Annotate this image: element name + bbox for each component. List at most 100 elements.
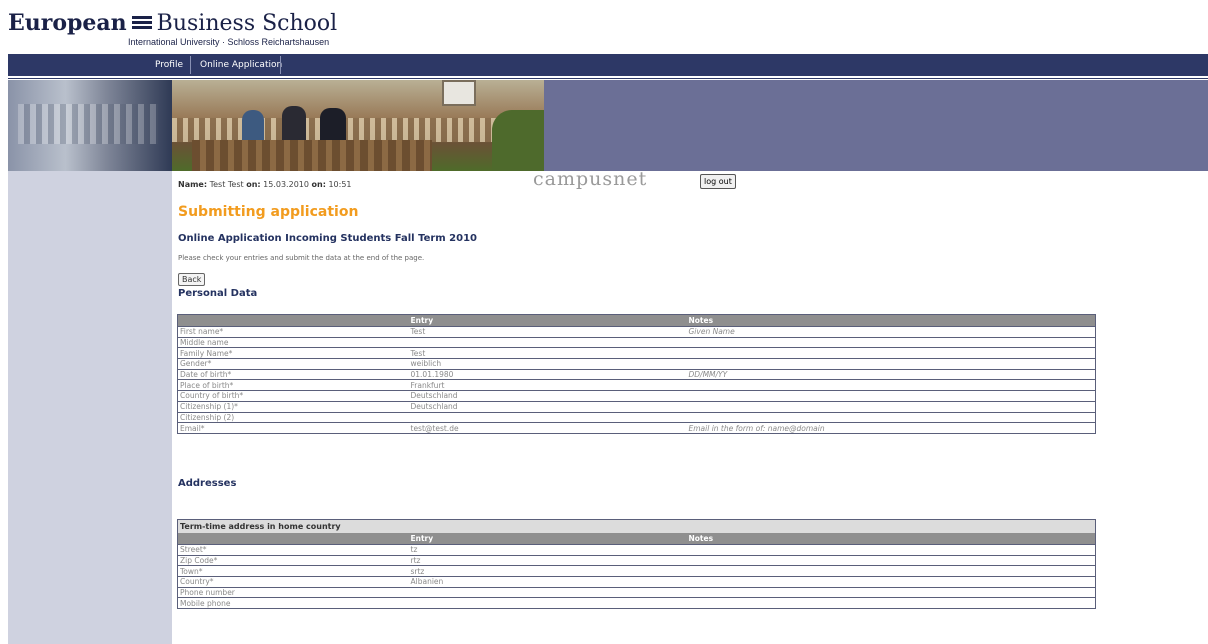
nav-divider bbox=[8, 78, 1208, 79]
logo-text-european: European bbox=[8, 10, 127, 36]
logo-wordmark: European Business School bbox=[8, 10, 337, 36]
column-header-field bbox=[177, 533, 409, 545]
field-note bbox=[686, 336, 1096, 348]
column-header-notes: Notes bbox=[686, 314, 1096, 327]
field-entry: Albanien bbox=[408, 576, 687, 588]
column-header-notes: Notes bbox=[686, 533, 1096, 545]
field-label: Country* bbox=[177, 576, 409, 588]
field-label: Country of birth* bbox=[177, 390, 409, 402]
nav-separator bbox=[280, 56, 281, 74]
banner-left-image bbox=[8, 80, 172, 171]
page-subtitle: Online Application Incoming Students Fal… bbox=[178, 233, 478, 244]
nav-item-profile[interactable]: Profile bbox=[150, 54, 188, 76]
table-row: Phone number bbox=[177, 586, 1096, 598]
top-nav-bar: Profile Online Application bbox=[8, 54, 1208, 76]
field-entry: tz bbox=[408, 544, 687, 556]
personal-data-heading: Personal Data bbox=[178, 288, 258, 299]
nav-separator bbox=[190, 56, 191, 74]
field-entry: srtz bbox=[408, 565, 687, 577]
session-time: 10:51 bbox=[328, 180, 352, 189]
table-row: Mobile phone bbox=[177, 597, 1096, 609]
addresses-heading: Addresses bbox=[178, 478, 237, 489]
address-table-caption-row: Term-time address in home country bbox=[177, 519, 1096, 533]
on-label: on: bbox=[246, 180, 261, 189]
column-header-field bbox=[177, 314, 409, 327]
field-label: Date of birth* bbox=[177, 368, 409, 380]
field-note bbox=[686, 347, 1096, 359]
field-note bbox=[686, 597, 1096, 609]
table-row: Country of birth* Deutschland bbox=[177, 390, 1096, 402]
field-label: Middle name bbox=[177, 336, 409, 348]
field-entry: Deutschland bbox=[408, 400, 687, 412]
field-entry bbox=[408, 336, 687, 348]
field-label: Mobile phone bbox=[177, 597, 409, 609]
field-label: Phone number bbox=[177, 586, 409, 598]
field-note bbox=[686, 586, 1096, 598]
field-note bbox=[686, 544, 1096, 556]
address-table-caption: Term-time address in home country bbox=[177, 519, 1096, 533]
campusnet-brand: campusnet bbox=[533, 168, 648, 190]
field-label: First name* bbox=[177, 326, 409, 338]
table-row: Gender* weiblich bbox=[177, 358, 1096, 370]
instructions-text: Please check your entries and submit the… bbox=[178, 254, 425, 262]
table-row: Place of birth* Frankfurt bbox=[177, 379, 1096, 391]
column-header-entry: Entry bbox=[408, 533, 687, 545]
logo-subtitle: International University · Schloss Reich… bbox=[128, 37, 330, 47]
field-label: Citizenship (1)* bbox=[177, 400, 409, 412]
personal-data-table: Entry Notes First name* Test Given Name Mid… bbox=[177, 314, 1096, 434]
table-row: Citizenship (2) bbox=[177, 411, 1096, 423]
left-sidebar bbox=[8, 171, 172, 644]
school-logo: European Business School International U… bbox=[8, 10, 337, 48]
field-label: Gender* bbox=[177, 358, 409, 370]
table-row: Country* Albanien bbox=[177, 576, 1096, 588]
field-entry: Test bbox=[408, 326, 687, 338]
field-note bbox=[686, 411, 1096, 423]
field-note bbox=[686, 565, 1096, 577]
nav-item-online-application[interactable]: Online Application bbox=[195, 54, 287, 76]
session-date: 15.03.2010 bbox=[263, 180, 309, 189]
field-note: Given Name bbox=[686, 326, 1096, 338]
field-entry bbox=[408, 597, 687, 609]
field-entry: weiblich bbox=[408, 358, 687, 370]
field-note bbox=[686, 379, 1096, 391]
table-header-row: Entry Notes bbox=[177, 533, 1096, 545]
column-header-entry: Entry bbox=[408, 314, 687, 327]
table-row: Citizenship (1)* Deutschland bbox=[177, 400, 1096, 412]
table-row: Family Name* Test bbox=[177, 347, 1096, 359]
table-row: Middle name bbox=[177, 336, 1096, 348]
logo-bars-icon bbox=[131, 16, 152, 30]
field-note bbox=[686, 390, 1096, 402]
field-note bbox=[686, 554, 1096, 566]
field-entry: rtz bbox=[408, 554, 687, 566]
back-button[interactable]: Back bbox=[178, 273, 206, 286]
field-note bbox=[686, 400, 1096, 412]
field-note bbox=[686, 576, 1096, 588]
field-label: Place of birth* bbox=[177, 379, 409, 391]
field-entry: Frankfurt bbox=[408, 379, 687, 391]
field-entry bbox=[408, 411, 687, 423]
field-entry: 01.01.1980 bbox=[408, 368, 687, 380]
logo-text-business-school: Business School bbox=[156, 10, 338, 36]
user-session-info: Name: Test Test on: 15.03.2010 on: 10:51 bbox=[178, 180, 352, 189]
field-entry: test@test.de bbox=[408, 422, 687, 434]
table-row: Email* test@test.de Email in the form of: … bbox=[177, 422, 1096, 434]
field-label: Family Name* bbox=[177, 347, 409, 359]
table-row: First name* Test Given Name bbox=[177, 326, 1096, 338]
table-row: Street* tz bbox=[177, 544, 1096, 556]
address-table: Term-time address in home country Entry … bbox=[177, 519, 1097, 610]
table-row: Zip Code* rtz bbox=[177, 554, 1096, 566]
field-note: Email in the form of: name@domain bbox=[686, 422, 1096, 434]
banner-campus-photo bbox=[172, 80, 544, 171]
field-note bbox=[686, 358, 1096, 370]
field-label: Zip Code* bbox=[177, 554, 409, 566]
table-row: Date of birth* 01.01.1980 DD/MM/YY bbox=[177, 368, 1096, 380]
field-label: Street* bbox=[177, 544, 409, 556]
page-title: Submitting application bbox=[178, 204, 359, 220]
field-entry bbox=[408, 586, 687, 598]
field-entry: Test bbox=[408, 347, 687, 359]
field-entry: Deutschland bbox=[408, 390, 687, 402]
banner-right-panel bbox=[544, 80, 1208, 171]
name-label: Name: bbox=[178, 180, 208, 189]
field-label: Citizenship (2) bbox=[177, 411, 409, 423]
logout-button[interactable]: log out bbox=[700, 174, 736, 189]
